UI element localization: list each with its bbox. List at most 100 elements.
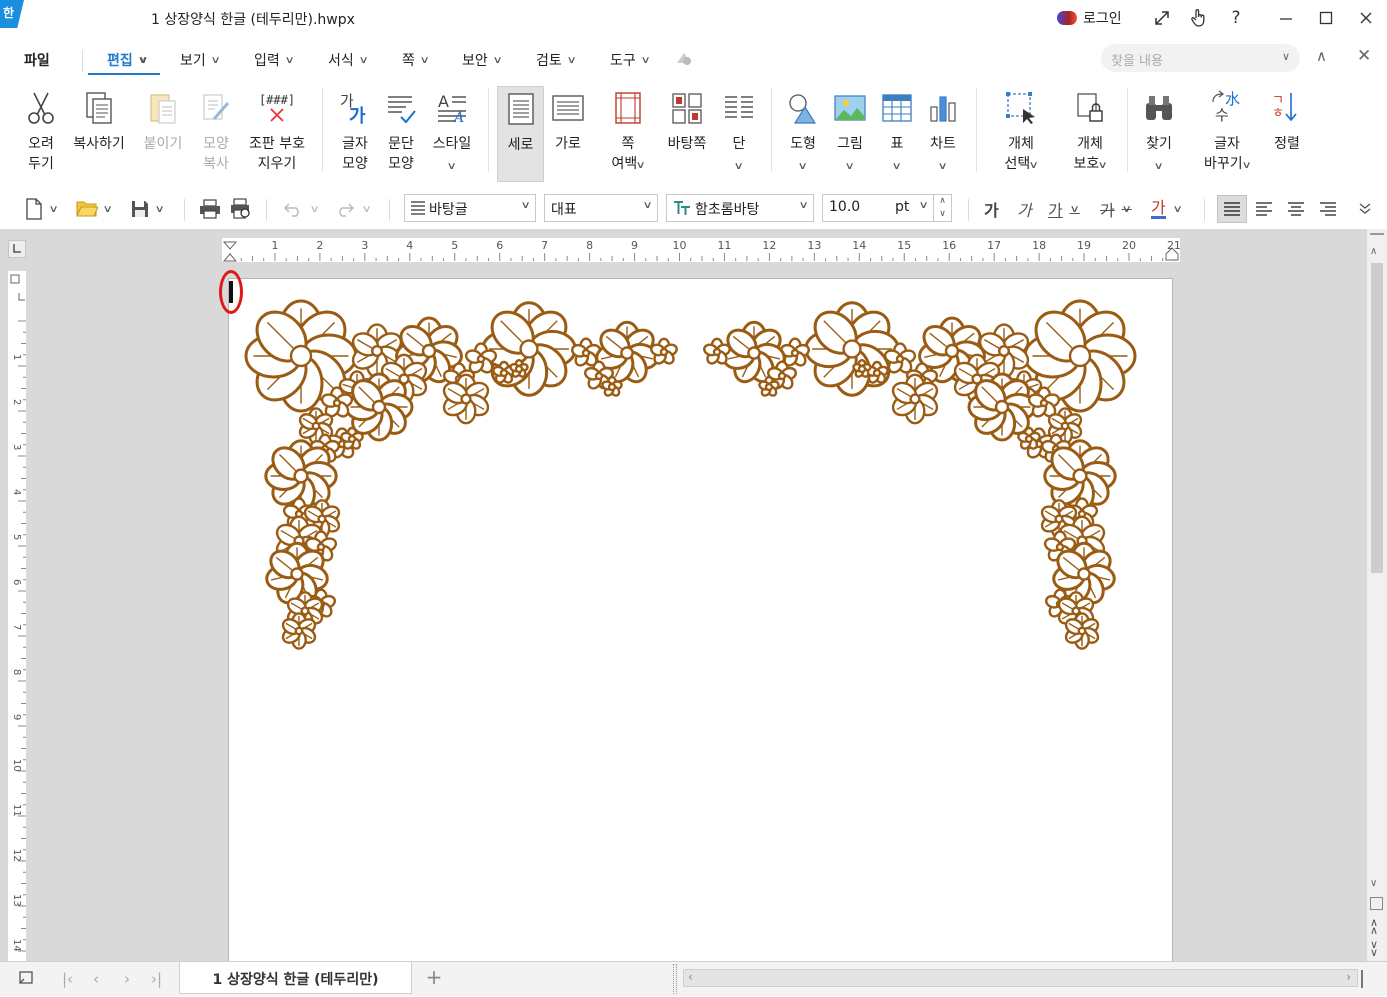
- remove-markup-button[interactable]: [###] 조판 부호 지우기: [244, 86, 310, 182]
- vertical-ruler[interactable]: 123456789101112131415: [8, 271, 26, 997]
- previous-page-icon[interactable]: ∧ ∧: [1370, 917, 1378, 936]
- cut-button[interactable]: 오려 두기: [20, 86, 62, 182]
- landscape-button[interactable]: 가로: [547, 86, 589, 182]
- help-icon[interactable]: ?: [1224, 6, 1248, 30]
- align-left-icon[interactable]: [1255, 196, 1273, 222]
- scroll-right-icon[interactable]: ›: [1346, 970, 1351, 984]
- select-object-button[interactable]: 개체 선택∨: [996, 86, 1046, 182]
- app-logo-icon[interactable]: 한: [0, 0, 24, 28]
- scroll-down-icon[interactable]: ∨: [1370, 878, 1377, 889]
- decrease-size-icon[interactable]: ∨: [934, 208, 951, 221]
- chevron-down-icon[interactable]: ∨: [155, 204, 165, 215]
- horizontal-ruler[interactable]: 1 2 3 4 5 6 7 8 9 10 11 12 13 14 15 16 17 18 19 20 21: [222, 238, 1181, 262]
- next-page-icon[interactable]: ∨ ∨: [1370, 939, 1378, 958]
- split-handle[interactable]: [1370, 233, 1384, 235]
- portrait-button[interactable]: 세로: [497, 86, 544, 182]
- chevron-down-icon[interactable]: ∨: [1172, 204, 1182, 215]
- copy-button[interactable]: 복사하기: [68, 86, 130, 182]
- bold-button[interactable]: 가: [984, 196, 999, 222]
- add-tab-button[interactable]: +: [422, 966, 446, 990]
- picture-button[interactable]: 그림 ∨: [829, 86, 871, 182]
- chevron-down-icon[interactable]: ∨: [1121, 204, 1131, 215]
- chevron-down-icon[interactable]: ∨: [310, 204, 320, 215]
- minimize-icon[interactable]: [1274, 6, 1298, 30]
- underline-button[interactable]: 가 ∨: [1048, 196, 1080, 222]
- chevron-down-icon[interactable]: ∨: [1282, 50, 1290, 63]
- italic-button[interactable]: 가: [1017, 196, 1032, 222]
- columns-button[interactable]: 단 ∨: [718, 86, 760, 182]
- para-shape-button[interactable]: 문단 모양: [380, 86, 422, 182]
- master-page-button[interactable]: 바탕쪽: [664, 86, 710, 182]
- chevron-down-icon[interactable]: ∨: [1069, 204, 1079, 215]
- print-preview-icon[interactable]: [230, 196, 252, 222]
- customize-icon[interactable]: [674, 49, 694, 73]
- previous-tab-icon[interactable]: ‹: [93, 970, 99, 988]
- format-copy-button[interactable]: 모양 복사: [194, 86, 238, 182]
- tab-format[interactable]: 서식 ∨: [328, 50, 369, 70]
- login-button[interactable]: 로그인: [1057, 7, 1122, 29]
- increase-size-icon[interactable]: ∧: [934, 195, 951, 208]
- vertical-scroll-thumb[interactable]: [1371, 263, 1383, 573]
- style-select[interactable]: 바탕글 ∨: [404, 194, 536, 222]
- print-icon[interactable]: [199, 196, 221, 222]
- collapse-ribbon-icon[interactable]: ∧: [1316, 47, 1327, 65]
- font-color-button[interactable]: 가 ∨: [1151, 196, 1183, 222]
- vertical-scrollbar[interactable]: ∧ ∨ ∧ ∧ ∨ ∨: [1367, 229, 1387, 961]
- chevron-down-icon[interactable]: ∨: [362, 204, 372, 215]
- close-ribbon-icon[interactable]: ✕: [1357, 46, 1371, 66]
- tab-page[interactable]: 쪽 ∨: [402, 50, 430, 70]
- document-page[interactable]: [228, 278, 1173, 978]
- top-margin-marker[interactable]: [10, 274, 20, 284]
- close-icon[interactable]: [1354, 6, 1378, 30]
- font-select[interactable]: 함초롬바탕 ∨: [666, 194, 814, 222]
- ruler-corner-icon[interactable]: [8, 240, 26, 258]
- align-right-icon[interactable]: [1319, 196, 1337, 222]
- chart-button[interactable]: 차트 ∨: [922, 86, 964, 182]
- justify-button[interactable]: [1217, 195, 1247, 223]
- new-document-icon[interactable]: ∨: [24, 196, 59, 222]
- next-tab-icon[interactable]: ›: [124, 970, 130, 988]
- strikethrough-button[interactable]: 가 ∨: [1100, 196, 1132, 222]
- chevron-down-icon[interactable]: ∨: [103, 204, 113, 215]
- tab-insert[interactable]: 입력 ∨: [254, 50, 295, 70]
- replace-button[interactable]: 水 수 글자 바꾸기∨: [1198, 86, 1256, 182]
- sort-button[interactable]: ㄱㅎ 정렬: [1266, 86, 1308, 182]
- last-tab-icon[interactable]: ›|: [151, 970, 162, 988]
- maximize-icon[interactable]: [1314, 6, 1338, 30]
- redo-icon[interactable]: ∨: [335, 196, 372, 222]
- shape-button[interactable]: 도형 ∨: [782, 86, 824, 182]
- tab-review[interactable]: 검토 ∨: [536, 50, 577, 70]
- table-button[interactable]: 표 ∨: [876, 86, 918, 182]
- font-size-input[interactable]: 10.0 pt ∨: [822, 194, 934, 222]
- hscroll-split-handle[interactable]: [1361, 970, 1363, 988]
- tab-security[interactable]: 보안 ∨: [462, 50, 503, 70]
- align-center-icon[interactable]: [1287, 196, 1305, 222]
- undo-icon[interactable]: ∨: [283, 196, 320, 222]
- expand-icon[interactable]: [1150, 6, 1174, 30]
- indent-marker[interactable]: [222, 241, 238, 262]
- chevron-down-icon[interactable]: ∨: [49, 204, 59, 215]
- font-size-spinner[interactable]: ∧ ∨: [934, 194, 952, 222]
- scroll-left-icon[interactable]: ‹: [688, 970, 693, 984]
- floral-border-image[interactable]: [229, 279, 1174, 979]
- first-tab-icon[interactable]: |‹: [62, 970, 73, 988]
- touch-icon[interactable]: [1187, 6, 1211, 30]
- tab-edit[interactable]: 편집 ∨: [107, 50, 149, 70]
- page-margin-button[interactable]: 쪽 여백∨: [604, 86, 652, 182]
- tab-tools[interactable]: 도구 ∨: [610, 50, 651, 70]
- search-input[interactable]: 찾을 내용 ∨: [1101, 44, 1300, 72]
- chevron-down-icon[interactable]: ∨: [918, 200, 928, 211]
- paste-button[interactable]: 붙이기: [138, 86, 188, 182]
- char-shape-button[interactable]: 가 가 글자 모양: [334, 86, 376, 182]
- page-view-icon[interactable]: [1370, 897, 1383, 910]
- find-button[interactable]: 찾기 ∨: [1138, 86, 1180, 182]
- document-tab[interactable]: 1 상장양식 한글 (테두리만): [179, 962, 412, 994]
- protect-object-button[interactable]: 개체 보호∨: [1064, 86, 1116, 182]
- language-select[interactable]: 대표 ∨: [544, 194, 658, 222]
- toolbar-more-icon[interactable]: [1358, 196, 1372, 222]
- splitter-handle[interactable]: [673, 964, 677, 994]
- page-layout-icon[interactable]: [18, 970, 34, 990]
- scroll-up-icon[interactable]: ∧: [1370, 246, 1377, 257]
- style-button[interactable]: AA 스타일 ∨: [428, 86, 476, 182]
- tab-view[interactable]: 보기 ∨: [180, 50, 221, 70]
